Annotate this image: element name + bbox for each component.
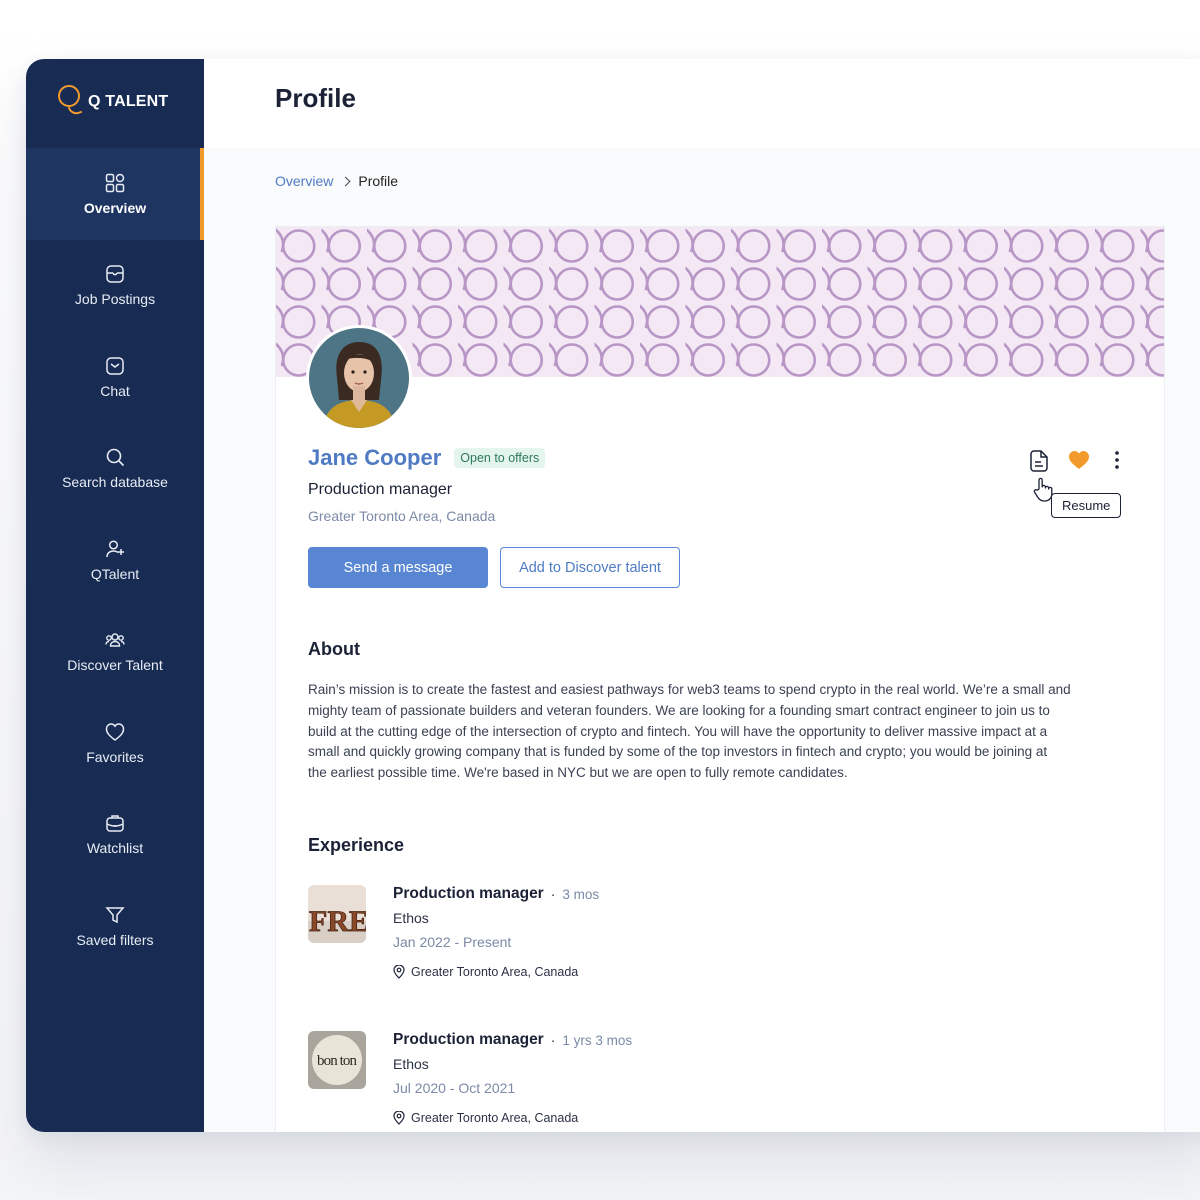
experience-company: Ethos bbox=[393, 910, 429, 926]
location-pin-icon bbox=[393, 965, 405, 979]
experience-company: Ethos bbox=[393, 1056, 429, 1072]
chat-icon bbox=[106, 357, 124, 375]
q-logo-icon bbox=[56, 83, 84, 117]
company-logo-text: FRE bbox=[309, 905, 366, 938]
briefcase-icon bbox=[106, 815, 124, 832]
sidebar-item-label: Overview bbox=[83, 199, 147, 216]
about-heading: About bbox=[308, 639, 360, 659]
sidebar-item-label: Saved filters bbox=[76, 931, 154, 948]
experience-dates: Jan 2022 - Present bbox=[393, 934, 512, 950]
sidebar-item-search-database[interactable]: Search database bbox=[26, 423, 204, 515]
page-title: Profile bbox=[275, 83, 356, 113]
chevron-right-icon bbox=[340, 176, 351, 186]
avatar[interactable] bbox=[306, 325, 412, 431]
app-window: Q TALENT Overview Job Postings Chat Sear… bbox=[26, 59, 1200, 1132]
about-line: the earliest possible time. We're based … bbox=[308, 765, 848, 781]
filter-icon bbox=[105, 907, 125, 923]
candidate-name: Jane Cooper bbox=[308, 445, 442, 470]
brand-name: Q TALENT bbox=[88, 93, 169, 110]
separator-dot: · bbox=[550, 1032, 556, 1048]
breadcrumb: Overview Profile bbox=[275, 173, 398, 189]
heart-icon bbox=[105, 722, 125, 741]
experience-duration: 3 mos bbox=[562, 886, 600, 902]
breadcrumb-current: Profile bbox=[358, 173, 399, 189]
sidebar-item-job-postings[interactable]: Job Postings bbox=[26, 240, 204, 332]
about-line: Rain’s mission is to create the fastest … bbox=[308, 682, 1071, 697]
sidebar-nav: Overview Job Postings Chat Search databa… bbox=[26, 148, 204, 972]
search-icon bbox=[106, 448, 125, 467]
experience-heading: Experience bbox=[308, 835, 405, 855]
profile-banner bbox=[276, 227, 1164, 377]
sidebar: Q TALENT Overview Job Postings Chat Sear… bbox=[26, 59, 204, 1132]
separator-dot: · bbox=[550, 886, 556, 902]
logo[interactable]: Q TALENT bbox=[56, 83, 168, 117]
send-message-button[interactable]: Send a message bbox=[308, 547, 488, 588]
candidate-location: Greater Toronto Area, Canada bbox=[308, 508, 496, 524]
sidebar-item-watchlist[interactable]: Watchlist bbox=[26, 789, 204, 881]
experience-location-text: Greater Toronto Area, Canada bbox=[411, 1111, 579, 1125]
experience-role: Production manager bbox=[393, 885, 544, 902]
experience-location-text: Greater Toronto Area, Canada bbox=[411, 965, 579, 979]
name-row: Jane Cooper Open to offers bbox=[308, 445, 546, 471]
status-badge: Open to offers bbox=[454, 448, 546, 468]
experience-item: bon ton Production manager · 1 yrs 3 mos… bbox=[308, 1031, 1128, 1132]
sidebar-item-label: Job Postings bbox=[74, 291, 156, 308]
sidebar-item-qtalent[interactable]: QTalent bbox=[26, 514, 204, 606]
folder-icon bbox=[106, 265, 124, 283]
heart-filled-icon[interactable] bbox=[1068, 450, 1090, 470]
experience-item: FRE Production manager · 3 mos Ethos Jan… bbox=[308, 885, 1128, 995]
experience-location: Greater Toronto Area, Canada bbox=[393, 965, 578, 979]
experience-location: Greater Toronto Area, Canada bbox=[393, 1111, 578, 1125]
candidate-title: Production manager bbox=[308, 481, 453, 498]
experience-role: Production manager bbox=[393, 1031, 544, 1048]
about-text: Rain’s mission is to create the fastest … bbox=[308, 680, 1128, 784]
user-add-icon bbox=[106, 540, 124, 557]
company-logo[interactable]: FRE bbox=[308, 885, 366, 943]
sidebar-item-favorites[interactable]: Favorites bbox=[26, 697, 204, 789]
more-vertical-icon[interactable] bbox=[1114, 450, 1120, 470]
about-line: mighty team of passionate builders and v… bbox=[308, 702, 1050, 718]
grid-icon bbox=[105, 173, 125, 192]
sidebar-item-chat[interactable]: Chat bbox=[26, 331, 204, 423]
sidebar-item-label: Search database bbox=[62, 474, 168, 491]
experience-title-row: Production manager · 1 yrs 3 mos bbox=[393, 1031, 632, 1049]
about-line: small and quickly growing company that i… bbox=[308, 744, 1048, 760]
sidebar-item-label: QTalent bbox=[90, 565, 140, 582]
main-content: Profile Overview Profile Jane Cooper Ope… bbox=[204, 59, 1200, 1132]
sidebar-item-label: Discover Talent bbox=[67, 657, 163, 674]
sidebar-item-label: Chat bbox=[100, 382, 130, 399]
about-line: build at the cutting edge of the interse… bbox=[308, 723, 1048, 739]
breadcrumb-overview-link[interactable]: Overview bbox=[275, 173, 333, 189]
experience-dates: Jul 2020 - Oct 2021 bbox=[393, 1080, 516, 1096]
sidebar-item-label: Watchlist bbox=[86, 840, 144, 857]
resume-icon[interactable] bbox=[1028, 449, 1050, 473]
add-to-discover-button[interactable]: Add to Discover talent bbox=[500, 547, 680, 588]
resume-tooltip: Resume bbox=[1051, 493, 1122, 518]
sidebar-item-discover-talent[interactable]: Discover Talent bbox=[26, 606, 204, 698]
sidebar-item-overview[interactable]: Overview bbox=[26, 148, 204, 240]
users-icon bbox=[105, 633, 125, 647]
sidebar-item-label: Favorites bbox=[86, 748, 144, 765]
company-logo[interactable]: bon ton bbox=[308, 1031, 366, 1089]
location-pin-icon bbox=[393, 1111, 405, 1125]
sidebar-item-saved-filters[interactable]: Saved filters bbox=[26, 880, 204, 972]
experience-title-row: Production manager · 3 mos bbox=[393, 885, 599, 903]
experience-duration: 1 yrs 3 mos bbox=[562, 1032, 633, 1048]
profile-card: Jane Cooper Open to offers Production ma… bbox=[275, 226, 1165, 1132]
top-bar: Profile bbox=[204, 59, 1200, 148]
company-logo-text: bon ton bbox=[317, 1053, 358, 1069]
